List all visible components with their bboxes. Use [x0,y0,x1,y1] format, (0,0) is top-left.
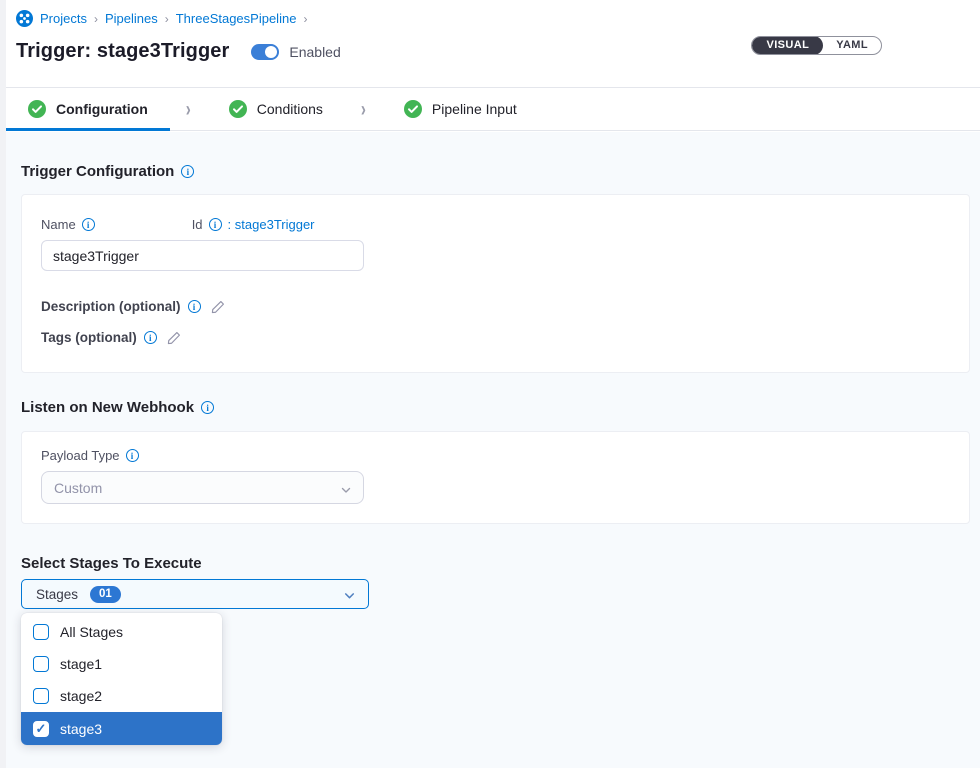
stages-dropdown-panel: All Stages stage1 stage2 stage3 [21,613,222,745]
tab-configuration-label: Configuration [56,101,148,117]
stage-option-stage3[interactable]: stage3 [21,712,222,745]
payload-type-label: Payload Type [41,448,969,463]
trigger-configuration-card: Name Id : stage3Trigger Description (opt… [21,194,970,373]
visual-tab[interactable]: VISUAL [752,36,823,55]
page-title: Trigger: stage3Trigger [16,40,229,63]
trigger-wizard-page: Projects › Pipelines › ThreeStagesPipeli… [0,0,980,768]
check-circle-icon [229,100,247,118]
checkbox-unchecked-icon[interactable] [33,656,49,672]
checkbox-checked-icon[interactable] [33,721,49,737]
id-label: Id [192,217,203,232]
enabled-toggle-label: Enabled [289,44,340,60]
payload-type-value: Custom [54,480,102,496]
stages-multiselect[interactable]: Stages 01 [21,579,369,609]
check-circle-icon [404,100,422,118]
breadcrumb: Projects › Pipelines › ThreeStagesPipeli… [16,10,964,27]
breadcrumb-separator: › [165,12,169,26]
payload-type-label-text: Payload Type [41,448,120,463]
chevron-right-icon: › [186,97,191,121]
wizard-tabbar: Configuration › Conditions › Pipeline In… [0,88,980,131]
select-stages-heading: Select Stages To Execute [21,555,970,572]
stage-option-label: stage1 [60,656,102,672]
stage-option-label: All Stages [60,624,123,640]
breadcrumb-pipeline-name[interactable]: ThreeStagesPipeline [176,11,297,26]
info-icon[interactable] [82,218,95,231]
stages-count-badge: 01 [90,586,121,603]
breadcrumb-projects[interactable]: Projects [40,11,87,26]
info-icon[interactable] [126,449,139,462]
tab-pipeline-input-label: Pipeline Input [432,101,517,117]
name-id-row: Name Id : stage3Trigger [41,217,969,232]
toggle-knob [265,46,277,58]
id-group: Id : stage3Trigger [192,217,315,232]
breadcrumb-pipelines[interactable]: Pipelines [105,11,158,26]
edit-tags-pencil-icon[interactable] [167,331,181,345]
chevron-down-icon [343,589,356,607]
id-separator: : [228,217,232,232]
id-value[interactable]: : stage3Trigger [228,217,315,232]
webhook-card: Payload Type Custom [21,431,970,524]
chevron-right-icon: › [361,97,366,121]
trigger-configuration-heading: Trigger Configuration [21,163,970,180]
stages-select-label: Stages [36,587,78,602]
collapsed-nav-edge [0,0,6,768]
stage-option-label: stage2 [60,688,102,704]
page-header: Projects › Pipelines › ThreeStagesPipeli… [0,0,980,88]
tags-label: Tags (optional) [41,330,137,345]
id-value-text: stage3Trigger [235,217,315,232]
tab-configuration[interactable]: Configuration [6,88,170,130]
stage-option-stage1[interactable]: stage1 [21,648,222,680]
stage-option-label: stage3 [60,721,102,737]
breadcrumb-separator: › [303,12,307,26]
harness-logo-icon [16,10,33,27]
checkbox-unchecked-icon[interactable] [33,688,49,704]
info-icon[interactable] [201,401,214,414]
stage-option-stage2[interactable]: stage2 [21,680,222,712]
yaml-tab[interactable]: YAML [823,36,881,55]
edit-description-pencil-icon[interactable] [211,300,225,314]
chevron-down-icon [340,483,352,499]
info-icon[interactable] [209,218,222,231]
payload-type-select[interactable]: Custom [41,471,364,504]
main-content: Trigger Configuration Name Id : stage3Tr… [0,132,980,768]
description-label: Description (optional) [41,299,181,314]
info-icon[interactable] [188,300,201,313]
breadcrumb-separator: › [94,12,98,26]
webhook-heading: Listen on New Webhook [21,399,970,416]
trigger-configuration-heading-text: Trigger Configuration [21,163,174,180]
name-input[interactable] [41,240,364,271]
description-row: Description (optional) [41,299,969,314]
name-label-text: Name [41,217,76,232]
tab-conditions-label: Conditions [257,101,323,117]
tags-row: Tags (optional) [41,330,969,345]
stage-option-all-stages[interactable]: All Stages [21,616,222,648]
info-icon[interactable] [181,165,194,178]
webhook-heading-text: Listen on New Webhook [21,399,194,416]
check-circle-icon [28,100,46,118]
name-label: Name [41,217,95,232]
tab-conditions[interactable]: Conditions [207,88,345,130]
info-icon[interactable] [144,331,157,344]
tab-pipeline-input[interactable]: Pipeline Input [382,88,539,130]
visual-yaml-switcher: VISUAL YAML [751,36,882,55]
enabled-toggle[interactable] [251,44,279,60]
checkbox-unchecked-icon[interactable] [33,624,49,640]
